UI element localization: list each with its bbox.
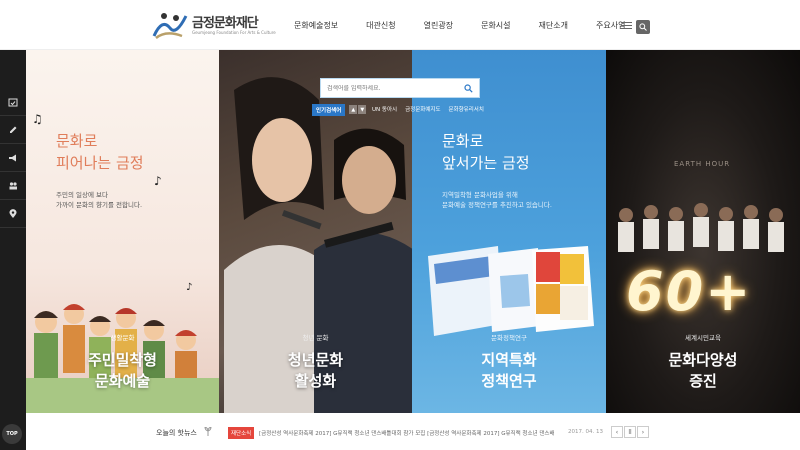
panel-category: 생활문화 xyxy=(110,334,135,342)
nav-item-facilities[interactable]: 문화시설 xyxy=(467,20,524,31)
popular-keyword[interactable]: 문화향유리서치 xyxy=(449,105,484,113)
news-pause-button[interactable]: ll xyxy=(624,426,636,438)
search-box xyxy=(320,78,480,98)
pencil-icon[interactable] xyxy=(0,116,26,144)
popular-keyword[interactable]: 금정문화예지도 xyxy=(405,105,440,113)
leaf-icon xyxy=(204,427,212,436)
panel-heading: 문화로 앞서가는 금정 xyxy=(442,132,530,172)
popular-keywords: 인기검색어 ▲ ▼ xyxy=(312,103,367,116)
popular-arrows: ▲ ▼ xyxy=(349,105,367,114)
scroll-top-button[interactable]: TOP xyxy=(2,424,22,444)
candle-60-plus: 60+ xyxy=(626,260,753,323)
hot-news-bar: 오늘의 핫뉴스 재단소식 [금정산성 역사문화축제 2017] G뮤직랙 청소년… xyxy=(26,413,800,450)
panel-title: 지역특화 정책연구 xyxy=(481,351,537,390)
panel-category: 청년 문화 xyxy=(302,334,329,342)
search-icon xyxy=(639,23,647,31)
panel-title: 문화다양성 증진 xyxy=(668,351,738,390)
popular-label: 인기검색어 xyxy=(312,103,346,116)
music-note-icon: ♪ xyxy=(154,174,162,188)
music-note-icon: ♫ xyxy=(32,112,43,126)
logo-subtitle: Geumjeong Foundation For Arts & Culture xyxy=(192,30,276,35)
search-input[interactable] xyxy=(321,84,456,92)
news-next-button[interactable]: › xyxy=(637,426,649,438)
popular-keyword[interactable]: UN 동아시 xyxy=(372,105,397,113)
panel-category: 세계시민교육 xyxy=(685,334,721,342)
logo-text: 금정문화재단 xyxy=(192,16,259,31)
calendar-check-icon[interactable] xyxy=(0,88,26,116)
chevron-down-icon[interactable]: ▼ xyxy=(358,105,367,114)
crowd-photo xyxy=(618,203,784,252)
news-category-badge: 재단소식 xyxy=(228,427,255,439)
site-header: 금정문화재단 Geumjeong Foundation For Arts & C… xyxy=(0,0,800,50)
panel-heading: 문화로 피어나는 금정 xyxy=(56,132,144,172)
people-icon[interactable] xyxy=(0,172,26,200)
page: 금정문화재단 Geumjeong Foundation For Arts & C… xyxy=(0,0,800,450)
logo[interactable]: 금정문화재단 Geumjeong Foundation For Arts & C… xyxy=(152,8,276,42)
news-headline[interactable]: [금정산성 역사문화축제 2017] G뮤직랙 청소년 댄스배틀대회 참가 모집… xyxy=(259,429,569,437)
main-nav: 문화예술정보 대관신청 열린광장 문화시설 재단소개 주요사업 xyxy=(280,0,639,50)
hot-news-label: 오늘의 핫뉴스 xyxy=(156,429,197,437)
panel-category: 문화정책연구 xyxy=(491,334,527,342)
nav-item-rental[interactable]: 대관신청 xyxy=(352,20,409,31)
panel-title: 주민밀착형 문화예술 xyxy=(87,351,157,390)
nav-item-arts-info[interactable]: 문화예술정보 xyxy=(280,20,352,31)
panel-description: 주민의 일상에 보다 가까이 문화의 향기를 전합니다. xyxy=(56,191,143,209)
report-books-image xyxy=(428,246,594,336)
panel-title: 청년문화 활성화 xyxy=(287,351,344,390)
search-icon[interactable] xyxy=(464,84,473,93)
earth-hour-banner: EARTH HOUR xyxy=(674,160,731,168)
map-pin-icon[interactable] xyxy=(0,200,26,228)
nav-item-about[interactable]: 재단소개 xyxy=(525,20,582,31)
header-search-button[interactable] xyxy=(636,20,650,34)
panel-community-arts[interactable]: 문화로 피어나는 금정 주민의 일상에 보다 가까이 문화의 향기를 전합니다.… xyxy=(26,50,219,413)
news-date: 2017. 04. 13 xyxy=(568,429,603,435)
music-note-icon: ♪ xyxy=(186,282,193,293)
quick-menu-rail xyxy=(0,50,26,450)
news-prev-button[interactable]: ‹ xyxy=(611,426,623,438)
popular-keyword-links: UN 동아시 금정문화예지도 문화향유리서치 xyxy=(372,105,492,113)
nav-item-open-plaza[interactable]: 열린광장 xyxy=(410,20,467,31)
panel-cultural-diversity[interactable]: EARTH HOUR 60+ 세계시민교육 문화다양성 증진 xyxy=(606,50,800,413)
logo-mark-icon xyxy=(152,13,188,40)
chevron-up-icon[interactable]: ▲ xyxy=(349,105,358,114)
menu-icon[interactable] xyxy=(621,22,632,30)
panel-description: 지역밀착형 문화사업을 위해 문화예술 정책연구를 추진하고 있습니다. xyxy=(442,191,552,209)
megaphone-icon[interactable] xyxy=(0,144,26,172)
